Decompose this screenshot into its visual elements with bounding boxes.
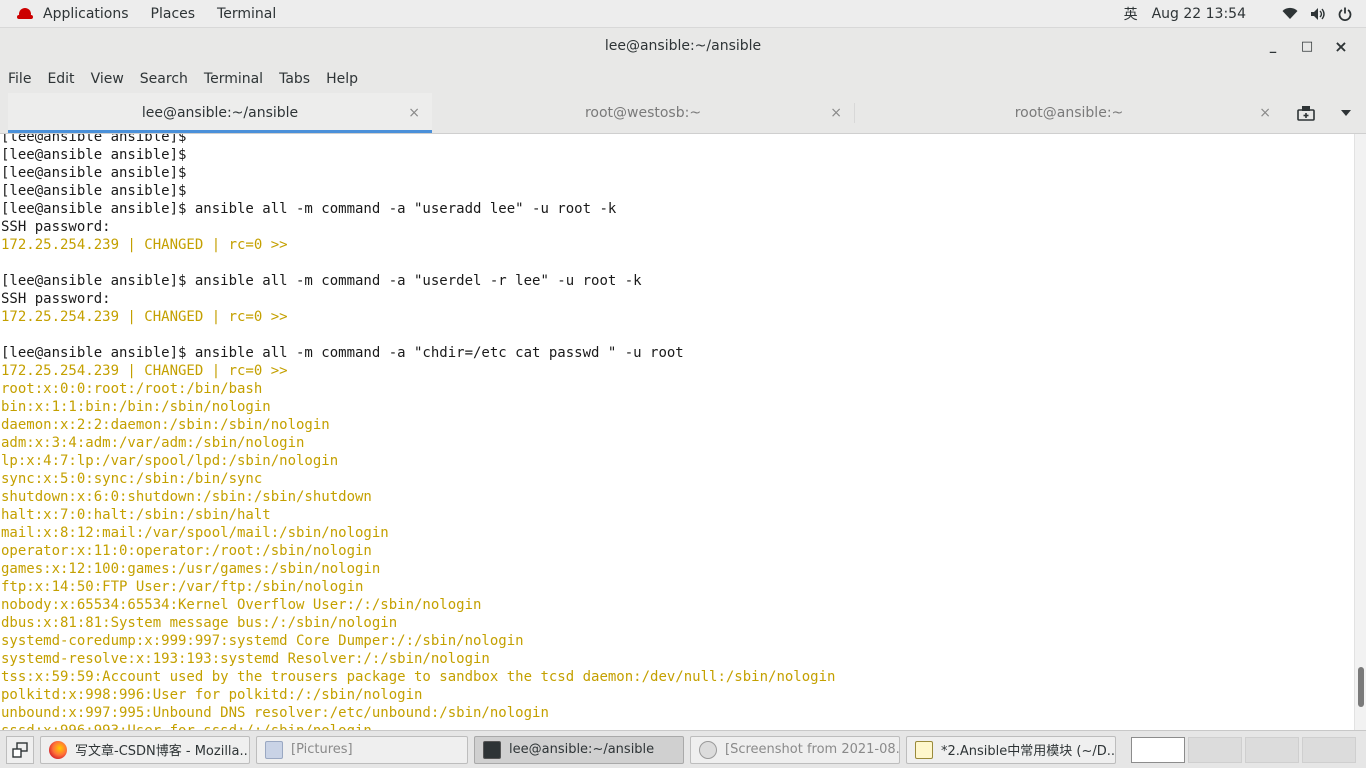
tab-label: root@westosb:~ — [584, 105, 702, 121]
output-line: adm:x:3:4:adm:/var/adm:/sbin/nologin — [1, 435, 305, 451]
tab-close-icon[interactable]: × — [408, 105, 420, 121]
output-line: operator:x:11:0:operator:/root:/sbin/nol… — [1, 543, 372, 559]
tab-label: lee@ansible:~/ansible — [141, 105, 299, 121]
places-label: Places — [150, 5, 196, 22]
task-label: *2.Ansible中常用模块 (~/D... — [941, 744, 1116, 759]
output-line: lp:x:4:7:lp:/var/spool/lpd:/sbin/nologin — [1, 453, 339, 469]
terminal-app-label: Terminal — [217, 5, 277, 22]
bottom-taskbar: 写文章-CSDN博客 - Mozilla... [Pictures] lee@a… — [0, 730, 1366, 768]
task-firefox[interactable]: 写文章-CSDN博客 - Mozilla... — [40, 735, 250, 764]
terminal-lines: [lee@ansible ansible]$ [lee@ansible ansib… — [0, 134, 1354, 730]
menu-terminal[interactable]: Terminal — [196, 71, 271, 87]
menu-help[interactable]: Help — [318, 71, 366, 87]
places-menu[interactable]: Places — [140, 0, 207, 27]
scrollbar-thumb[interactable] — [1358, 667, 1364, 707]
task-text-editor[interactable]: *2.Ansible中常用模块 (~/D... — [906, 735, 1116, 764]
tab-close-icon[interactable]: × — [1259, 105, 1271, 121]
command-line: [lee@ansible ansible]$ — [1, 183, 187, 199]
command-line: [lee@ansible ansible]$ — [1, 147, 187, 163]
command-line: SSH password: — [1, 219, 111, 235]
output-line: systemd-coredump:x:999:997:systemd Core … — [1, 633, 524, 649]
output-line: dbus:x:81:81:System message bus:/:/sbin/… — [1, 615, 398, 631]
menu-bar: File Edit View Search Terminal Tabs Help — [0, 64, 1366, 93]
terminal-app-menu[interactable]: Terminal — [206, 0, 287, 27]
tab-root-ansible[interactable]: root@ansible:~ × — [855, 93, 1283, 133]
text-editor-icon — [915, 740, 933, 759]
workspace-1[interactable] — [1131, 736, 1185, 763]
show-desktop-button[interactable] — [6, 735, 34, 764]
menu-view[interactable]: View — [83, 71, 132, 87]
power-icon[interactable] — [1338, 7, 1352, 21]
folder-icon — [265, 740, 283, 759]
image-viewer-icon — [699, 740, 717, 759]
close-button[interactable]: × — [1324, 34, 1358, 58]
workspace-switcher — [1128, 736, 1356, 763]
output-line: unbound:x:997:995:Unbound DNS resolver:/… — [1, 705, 549, 721]
task-terminal[interactable]: lee@ansible:~/ansible — [474, 735, 684, 764]
applications-menu[interactable]: Applications — [0, 0, 140, 27]
output-line: daemon:x:2:2:daemon:/sbin:/sbin/nologin — [1, 417, 330, 433]
command-line: [lee@ansible ansible]$ — [1, 134, 187, 145]
output-line: halt:x:7:0:halt:/sbin:/sbin/halt — [1, 507, 271, 523]
command-line: SSH password: — [1, 291, 111, 307]
output-line: tss:x:59:59:Account used by the trousers… — [1, 669, 836, 685]
firefox-icon — [49, 740, 67, 759]
tab-label: root@ansible:~ — [1014, 105, 1124, 121]
menu-search[interactable]: Search — [132, 71, 196, 87]
tab-list-dropdown-icon[interactable] — [1326, 109, 1366, 117]
task-pictures[interactable]: [Pictures] — [256, 735, 468, 764]
output-line: 172.25.254.239 | CHANGED | rc=0 >> — [1, 237, 288, 253]
workspace-3[interactable] — [1245, 736, 1299, 763]
command-line: [lee@ansible ansible]$ ansible all -m co… — [1, 273, 642, 289]
command-line: [lee@ansible ansible]$ ansible all -m co… — [1, 201, 617, 217]
task-label: lee@ansible:~/ansible — [509, 742, 655, 757]
output-line: systemd-resolve:x:193:193:systemd Resolv… — [1, 651, 490, 667]
output-line: nobody:x:65534:65534:Kernel Overflow Use… — [1, 597, 482, 613]
output-line: mail:x:8:12:mail:/var/spool/mail:/sbin/n… — [1, 525, 389, 541]
menu-tabs[interactable]: Tabs — [271, 71, 318, 87]
task-label: 写文章-CSDN博客 - Mozilla... — [75, 744, 250, 759]
output-line: shutdown:x:6:0:shutdown:/sbin:/sbin/shut… — [1, 489, 372, 505]
output-line: root:x:0:0:root:/root:/bin/bash — [1, 381, 263, 397]
window-titlebar[interactable]: lee@ansible:~/ansible _ □ × — [0, 28, 1366, 64]
command-line: [lee@ansible ansible]$ — [1, 165, 187, 181]
menu-file[interactable]: File — [0, 71, 39, 87]
minimize-button[interactable]: _ — [1256, 34, 1290, 58]
tab-lee-ansible[interactable]: lee@ansible:~/ansible × — [8, 93, 432, 133]
workspace-2[interactable] — [1188, 736, 1242, 763]
task-screenshot-viewer[interactable]: [Screenshot from 2021-08... — [690, 735, 900, 764]
workspace-4[interactable] — [1302, 736, 1356, 763]
menu-edit[interactable]: Edit — [39, 71, 82, 87]
volume-icon[interactable] — [1310, 7, 1326, 21]
output-line: polkitd:x:998:996:User for polkitd:/:/sb… — [1, 687, 423, 703]
terminal-output[interactable]: [lee@ansible ansible]$ [lee@ansible ansib… — [0, 134, 1354, 730]
redhat-icon — [17, 7, 33, 20]
output-line: ftp:x:14:50:FTP User:/var/ftp:/sbin/nolo… — [1, 579, 364, 595]
output-line: sssd:x:996:993:User for sssd:/:/sbin/nol… — [0, 722, 1354, 730]
output-line: games:x:12:100:games:/usr/games:/sbin/no… — [1, 561, 381, 577]
output-line: bin:x:1:1:bin:/bin:/sbin/nologin — [1, 399, 271, 415]
tab-close-icon[interactable]: × — [830, 105, 842, 121]
tab-root-westosb[interactable]: root@westosb:~ × — [432, 93, 854, 133]
task-label: [Screenshot from 2021-08... — [725, 742, 900, 757]
output-line: 172.25.254.239 | CHANGED | rc=0 >> — [1, 309, 288, 325]
maximize-button[interactable]: □ — [1290, 34, 1324, 58]
output-line: 172.25.254.239 | CHANGED | rc=0 >> — [1, 363, 288, 379]
task-label: [Pictures] — [291, 742, 353, 757]
applications-label: Applications — [43, 5, 129, 22]
new-tab-icon[interactable] — [1286, 105, 1326, 121]
input-method-indicator[interactable]: 英 — [1124, 4, 1138, 24]
wifi-icon[interactable] — [1282, 7, 1298, 21]
clock[interactable]: Aug 22 13:54 — [1152, 6, 1246, 22]
window-title: lee@ansible:~/ansible — [604, 38, 762, 54]
top-panel: Applications Places Terminal 英 Aug 22 13… — [0, 0, 1366, 28]
terminal-scrollbar[interactable] — [1354, 134, 1366, 730]
terminal-icon — [483, 740, 501, 759]
tab-bar: lee@ansible:~/ansible × root@westosb:~ ×… — [0, 93, 1366, 134]
command-line: [lee@ansible ansible]$ ansible all -m co… — [1, 345, 684, 361]
output-line: sync:x:5:0:sync:/sbin:/bin/sync — [1, 471, 263, 487]
